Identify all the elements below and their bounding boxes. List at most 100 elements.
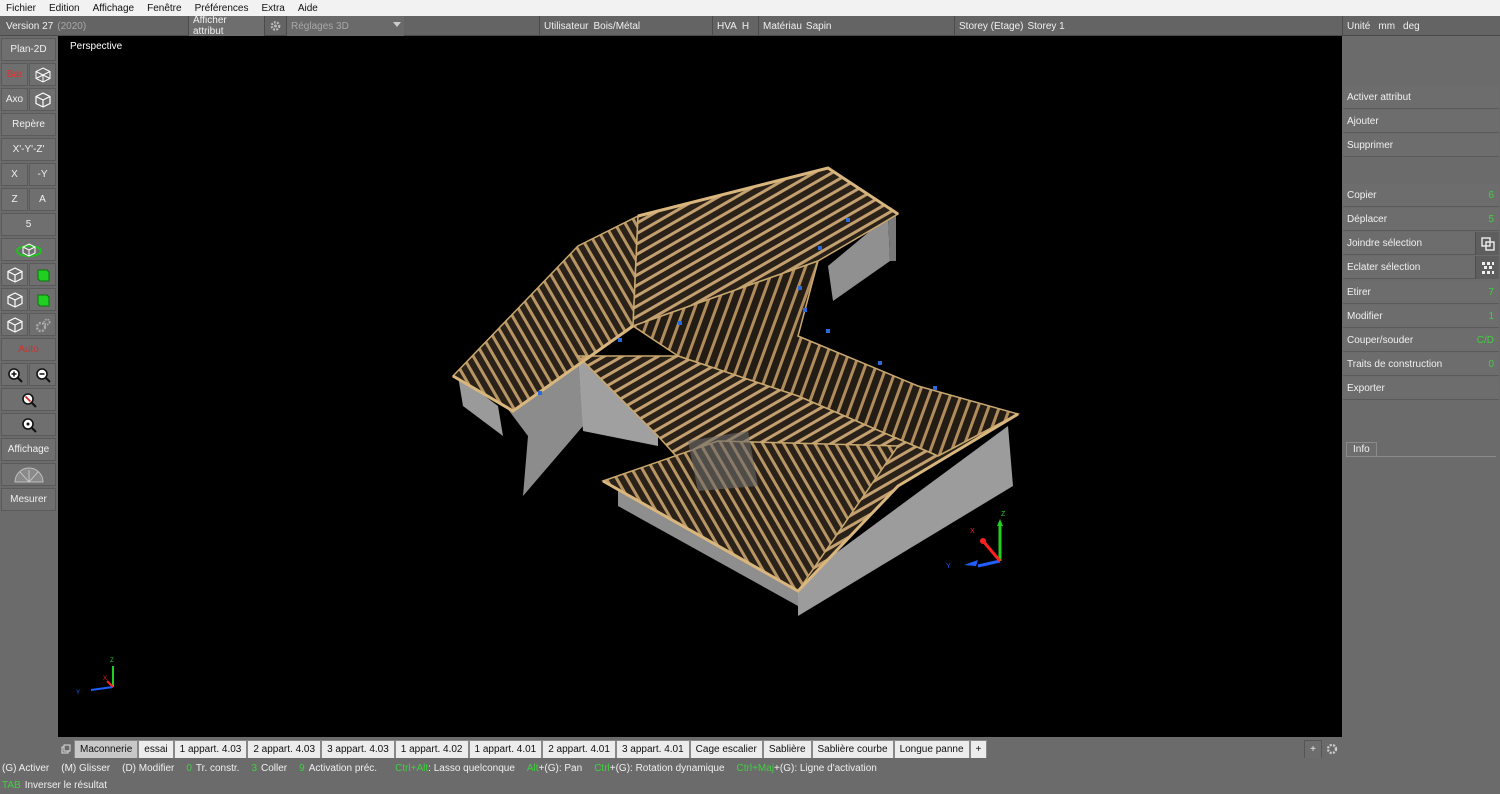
explode-selection-button[interactable]: Eclater sélection	[1343, 256, 1499, 279]
tab-2-appart-401[interactable]: 2 appart. 4.01	[542, 740, 616, 758]
status-hints-row: (G) Activer (M) Glisser (D) Modifier 0 T…	[2, 760, 889, 776]
delete-button[interactable]: Supprimer	[1343, 134, 1499, 157]
tabs-menu-icon[interactable]	[58, 740, 74, 758]
plan2d-button[interactable]: Plan-2D	[1, 38, 56, 61]
material-field[interactable]: Matériau Sapin	[758, 16, 954, 36]
menu-fichier[interactable]: Fichier	[6, 3, 36, 14]
menu-bar: Fichier Edition Affichage Fenêtre Préfér…	[0, 0, 1500, 16]
join-selection-button[interactable]: Joindre sélection	[1343, 232, 1499, 255]
tab-label: 3 appart. 4.03	[327, 744, 389, 755]
view-z-button[interactable]: Z	[1, 188, 28, 211]
tab-label: 3 appart. 4.01	[621, 744, 684, 755]
cut-weld-button[interactable]: Couper/souder C/D	[1343, 329, 1499, 352]
tab-1-appart-402[interactable]: 1 appart. 4.02	[394, 740, 469, 758]
tab-add-button[interactable]: +	[969, 740, 988, 758]
view-5-button[interactable]: 5	[1, 213, 56, 236]
activate-attribute-button[interactable]: Activer attribut	[1343, 86, 1499, 109]
bar-label: Bar	[6, 69, 23, 80]
menu-preferences[interactable]: Préférences	[195, 3, 249, 14]
menu-fenetre[interactable]: Fenêtre	[147, 3, 181, 14]
modify-button[interactable]: Modifier 1	[1343, 305, 1499, 328]
storey-value: Storey 1	[1027, 20, 1065, 32]
protractor-icon[interactable]	[1, 463, 56, 486]
green-cube-icon[interactable]	[29, 263, 56, 286]
tab-longue-panne[interactable]: Longue panne	[893, 740, 970, 758]
modify-shortcut: 1	[1488, 310, 1494, 322]
cube-icon[interactable]	[1, 313, 28, 336]
stretch-button[interactable]: Etirer 7	[1343, 281, 1499, 304]
view-a-button[interactable]: A	[29, 188, 56, 211]
zoom-window-icon[interactable]	[1, 413, 56, 436]
tab-1-appart-403[interactable]: 1 appart. 4.03	[173, 740, 248, 758]
delete-label: Supprimer	[1347, 139, 1394, 151]
wire-cube-icon[interactable]	[29, 63, 56, 86]
axis-y-small-label: Y	[76, 690, 80, 696]
cube-icon[interactable]	[1, 288, 28, 311]
xyz-prime-button[interactable]: X'-Y'-Z'	[1, 138, 56, 161]
tab-label: Cage escalier	[695, 744, 757, 755]
show-attribute-label: Afficher attribut	[193, 15, 227, 37]
menu-affichage[interactable]: Affichage	[93, 3, 135, 14]
axo-button[interactable]: Axo	[1, 88, 28, 111]
rotate-view-icon[interactable]	[1, 238, 56, 261]
auto-label: Auto	[18, 344, 39, 355]
activate-attribute-label: Activer attribut	[1347, 91, 1411, 103]
user-field[interactable]: Utilisateur Bois/Métal	[539, 16, 712, 36]
hva-field[interactable]: HVA H	[712, 16, 758, 36]
copy-button[interactable]: Copier 6	[1343, 184, 1499, 207]
tab-maconnerie[interactable]: Maconnerie	[74, 740, 139, 758]
building-model[interactable]: Z X Y Z X Y	[58, 36, 1342, 737]
hint-key: TAB	[2, 779, 21, 791]
info-divider	[1346, 456, 1496, 457]
cut-weld-shortcut: C/D	[1476, 334, 1494, 346]
gears-icon[interactable]	[29, 313, 56, 336]
cube-icon[interactable]	[29, 88, 56, 111]
view-5-label: 5	[25, 219, 32, 230]
unit-field[interactable]: Unité mm deg	[1342, 16, 1500, 36]
tab-sabliere[interactable]: Sablière	[762, 740, 812, 758]
tab-cage-escalier[interactable]: Cage escalier	[689, 740, 763, 758]
tab-3-appart-403[interactable]: 3 appart. 4.03	[321, 740, 395, 758]
view-neg-y-label: -Y	[37, 169, 48, 180]
layer-settings-gear-icon[interactable]	[1322, 740, 1342, 758]
settings-gear-icon[interactable]	[264, 16, 286, 36]
menu-edition[interactable]: Edition	[49, 3, 80, 14]
zoom-reset-icon[interactable]	[1, 388, 56, 411]
tab-2-appart-403[interactable]: 2 appart. 4.03	[247, 740, 322, 758]
unit-label: Unité	[1347, 20, 1371, 32]
tab-essai[interactable]: essai	[138, 740, 174, 758]
construction-lines-button[interactable]: Traits de construction 0	[1343, 353, 1499, 376]
add-layer-label: +	[1310, 744, 1316, 755]
repere-button[interactable]: Repère	[1, 113, 56, 136]
move-button[interactable]: Déplacer 5	[1343, 208, 1499, 231]
add-button[interactable]: Ajouter	[1343, 110, 1499, 133]
wire-cube-icon[interactable]	[1, 263, 28, 286]
info-tab[interactable]: Info	[1346, 442, 1377, 456]
menu-extra[interactable]: Extra	[262, 3, 285, 14]
storey-field[interactable]: Storey (Etage) Storey 1	[954, 16, 1342, 36]
zoom-in-icon[interactable]	[1, 363, 28, 386]
zoom-out-icon[interactable]	[29, 363, 56, 386]
tab-sabliere-courbe[interactable]: Sablière courbe	[811, 740, 894, 758]
hint-pan: +(G): Pan	[538, 762, 583, 774]
auto-button[interactable]: Auto	[1, 338, 56, 361]
tab-label: 1 appart. 4.03	[179, 744, 242, 755]
view-x-button[interactable]: X	[1, 163, 28, 186]
affichage-button[interactable]: Affichage	[1, 438, 56, 461]
menu-aide[interactable]: Aide	[298, 3, 318, 14]
show-attribute-button[interactable]: Afficher attribut	[188, 15, 264, 37]
export-button[interactable]: Exporter	[1343, 377, 1499, 400]
material-value: Sapin	[805, 20, 832, 32]
tab-1-appart-401[interactable]: 1 appart. 4.01	[468, 740, 543, 758]
axis-y-label: Y	[946, 563, 951, 570]
view-neg-y-button[interactable]: -Y	[29, 163, 56, 186]
green-cube-icon[interactable]	[29, 288, 56, 311]
tab-label: Sablière courbe	[817, 744, 888, 755]
bar-button[interactable]: Bar	[1, 63, 28, 86]
viewport-3d[interactable]: Perspective Z X Y Z X Y	[58, 36, 1342, 737]
settings3d-dropdown[interactable]: Réglages 3D	[286, 16, 404, 36]
copy-shortcut: 6	[1488, 189, 1494, 201]
mesurer-button[interactable]: Mesurer	[1, 488, 56, 511]
tab-3-appart-401[interactable]: 3 appart. 4.01	[615, 740, 690, 758]
add-layer-button[interactable]: +	[1304, 740, 1322, 758]
